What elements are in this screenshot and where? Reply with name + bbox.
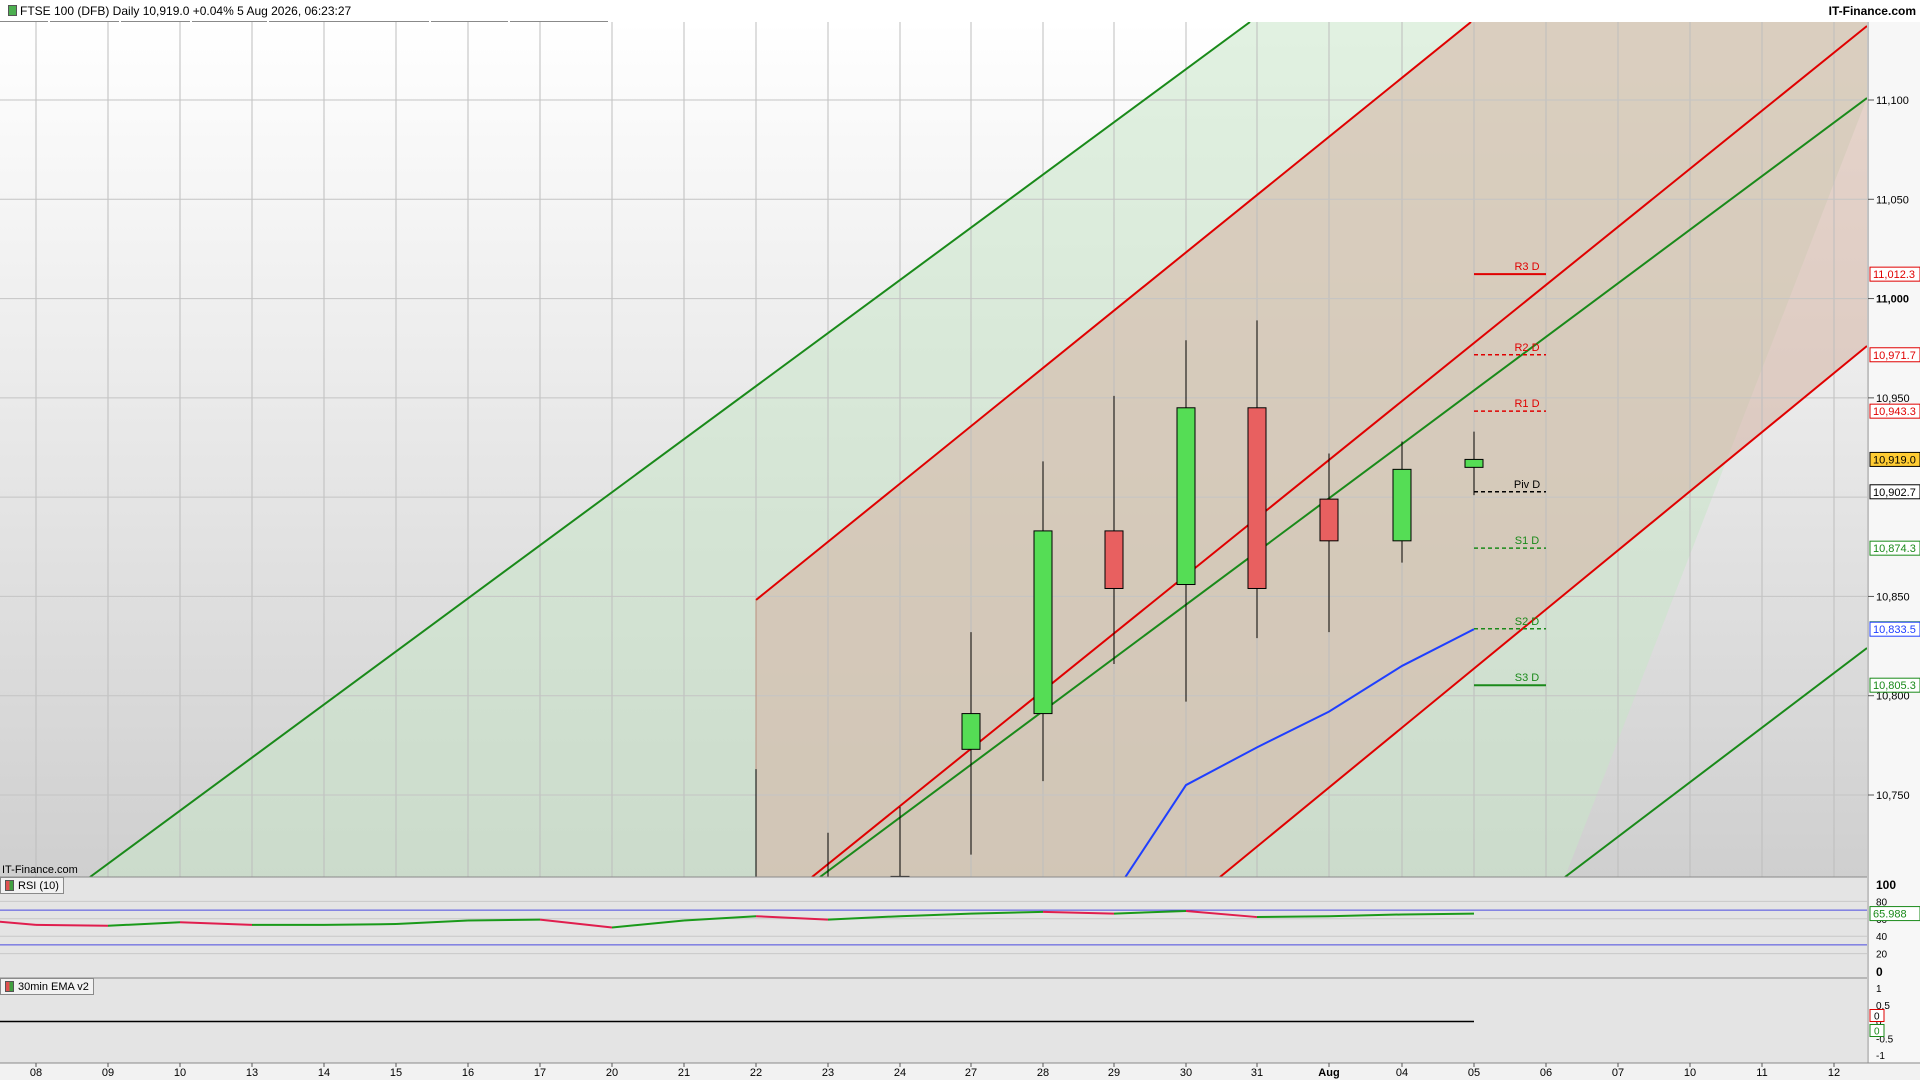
ema-panel-label[interactable]: 30min EMA v2 [0, 978, 94, 995]
pivot-label: S2 D [1515, 616, 1540, 628]
rsi-segment [35, 923, 109, 927]
x-tick-label: Aug [1318, 1067, 1339, 1079]
x-tick-label: 06 [1540, 1067, 1552, 1079]
y-tick-label: 11,000 [1876, 294, 1909, 306]
rsi-y-tick-label: 100 [1876, 878, 1896, 892]
candle-body [1176, 407, 1196, 586]
candle-body [1247, 407, 1267, 589]
pivot-label: S3 D [1515, 672, 1540, 684]
chart-window: FTSE 100 (DFB) Daily 10,919.0 +0.04% 5 A… [0, 0, 1920, 1080]
price-badge-label: 10,833.5 [1873, 624, 1916, 636]
price-badge-label: 11,012.3 [1873, 269, 1915, 281]
x-tick-label: 04 [1396, 1067, 1408, 1079]
price-badge: 10,919.0 [1869, 451, 1920, 467]
price-badge: 11,012.3 [1869, 266, 1920, 282]
x-tick-label: 15 [390, 1067, 402, 1079]
x-tick-label: 16 [462, 1067, 474, 1079]
x-tick-label: 08 [30, 1067, 42, 1079]
x-tick-label: 27 [965, 1067, 977, 1079]
x-tick-label: 20 [606, 1067, 618, 1079]
y-tick-label: 10,850 [1876, 591, 1910, 603]
y-tick-label: 10,750 [1876, 790, 1910, 802]
price-badge-label: 10,902.7 [1873, 487, 1916, 499]
x-tick-label: 21 [678, 1067, 690, 1079]
x-tick-label: 10 [1684, 1067, 1696, 1079]
x-tick-label: 10 [174, 1067, 186, 1079]
rsi-value-badge-label: 65.988 [1873, 909, 1907, 921]
ema-value-badge: 0 [1869, 1009, 1885, 1023]
price-badge: 10,943.3 [1869, 403, 1920, 419]
rsi-segment [323, 923, 397, 926]
price-badge-label: 10,919.0 [1873, 454, 1916, 466]
rsi-y-tick-label: 20 [1876, 950, 1888, 961]
ema-swatch-icon [5, 981, 14, 992]
x-tick-label: 05 [1468, 1067, 1480, 1079]
price-badge: 10,833.5 [1869, 621, 1920, 637]
rsi-swatch-icon [5, 880, 14, 891]
price-badge: 10,805.3 [1869, 677, 1920, 693]
pivot-label: R3 D [1514, 261, 1539, 273]
x-axis-background [0, 1063, 1920, 1080]
y-tick-label: 11,050 [1876, 194, 1909, 206]
price-badge-label: 10,971.7 [1873, 350, 1916, 362]
pivot-label: S1 D [1515, 535, 1540, 547]
ema-y-tick-label: 1 [1876, 984, 1882, 995]
x-tick-label: 29 [1108, 1067, 1120, 1079]
rsi-segment [1401, 912, 1475, 916]
x-tick-label: 07 [1612, 1067, 1624, 1079]
candle-body [961, 713, 981, 750]
price-badge: 10,902.7 [1869, 484, 1920, 500]
rsi-panel-background [0, 877, 1867, 978]
rsi-y-tick-label: 0 [1876, 965, 1883, 979]
y-tick-label: 10,950 [1876, 393, 1910, 405]
rsi-segment [467, 918, 541, 922]
price-badge: 10,874.3 [1869, 540, 1920, 556]
ema-y-tick-label: -1 [1876, 1051, 1885, 1062]
price-badge-label: 10,874.3 [1873, 543, 1916, 555]
x-tick-label: 11 [1756, 1067, 1767, 1079]
ema-value-badge: 0 [1869, 1024, 1885, 1038]
watermark: IT-Finance.com [2, 864, 78, 876]
candle-body [1392, 468, 1412, 542]
price-badge: 10,971.7 [1869, 347, 1920, 363]
candle-body [1104, 530, 1124, 589]
x-tick-label: 24 [894, 1067, 906, 1079]
candle-body [1464, 458, 1484, 468]
candle-body [1319, 498, 1339, 542]
rsi-panel-label[interactable]: RSI (10) [0, 877, 64, 894]
rsi-y-tick-label: 40 [1876, 932, 1888, 943]
ema-value-badge-label: 0 [1874, 1012, 1880, 1023]
rsi-value-badge: 65.988 [1869, 906, 1920, 922]
x-tick-label: 31 [1251, 1067, 1263, 1079]
x-tick-label: 12 [1828, 1067, 1840, 1079]
x-tick-label: 13 [246, 1067, 258, 1079]
x-tick-label: 14 [318, 1067, 330, 1079]
x-tick-label: 09 [102, 1067, 114, 1079]
pivot-label: R2 D [1514, 342, 1539, 354]
x-tick-label: 30 [1180, 1067, 1192, 1079]
price-badge-label: 10,805.3 [1873, 680, 1916, 692]
chart-canvas[interactable]: R3 D R2 D R1 D Piv D S1 D S2 D S3 D 11,100 11,0… [0, 0, 1920, 1080]
y-tick-label: 11,100 [1876, 95, 1909, 107]
x-tick-label: 23 [822, 1067, 834, 1079]
x-tick-label: 22 [750, 1067, 762, 1079]
ema-panel-background [0, 978, 1867, 1063]
x-tick-label: 28 [1037, 1067, 1049, 1079]
pivot-label: R1 D [1514, 398, 1539, 410]
ema-value-badge-label: 0 [1874, 1027, 1880, 1038]
rsi-segment [1256, 915, 1330, 919]
pivot-label: Piv D [1514, 479, 1540, 491]
candle-body [1033, 530, 1053, 715]
x-tick-label: 17 [534, 1067, 546, 1079]
price-badge-label: 10,943.3 [1873, 406, 1916, 418]
